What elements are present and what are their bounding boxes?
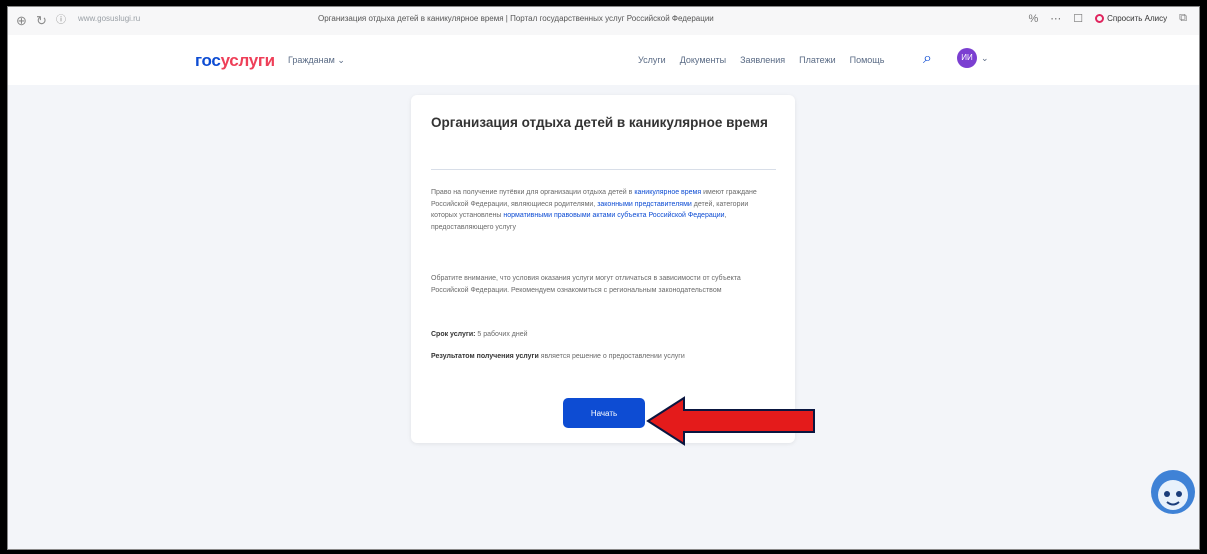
service-result: Результатом получения услуги является ре… — [431, 353, 685, 360]
nav-documents[interactable]: Документы — [680, 55, 726, 65]
alice-icon — [1095, 14, 1105, 23]
assistant-robot-icon[interactable] — [1148, 467, 1198, 522]
alice-button[interactable]: Спросить Алису — [1095, 14, 1167, 23]
start-button[interactable]: Начать — [563, 398, 645, 428]
avatar[interactable]: ИИ — [957, 48, 977, 68]
nav-payments[interactable]: Платежи — [799, 55, 836, 65]
service-card: Организация отдыха детей в каникулярное … — [411, 95, 795, 443]
notice-paragraph: Обратите внимание, что условия оказания … — [431, 275, 741, 294]
page-title-tab: Организация отдыха детей в каникулярное … — [318, 14, 714, 23]
extensions-icon[interactable]: ⧉ — [1179, 12, 1187, 25]
nav-services[interactable]: Услуги — [638, 55, 666, 65]
nav-applications[interactable]: Заявления — [740, 55, 785, 65]
audience-selector[interactable]: Гражданам ⌄ — [288, 55, 345, 66]
service-title: Организация отдыха детей в каникулярное … — [431, 115, 768, 130]
eligibility-paragraph: Право на получение путёвки для организац… — [431, 189, 757, 231]
browser-toolbar: ⊕ ↻ ⓘ www.gosuslugi.ru Организация отдых… — [8, 7, 1199, 36]
nav-help[interactable]: Помощь — [850, 55, 885, 65]
zoom-indicator[interactable]: % — [1028, 13, 1038, 25]
reload-icon[interactable]: ↻ — [36, 12, 47, 30]
alice-label: Спросить Алису — [1107, 14, 1168, 23]
browser-window: ⊕ ↻ ⓘ www.gosuslugi.ru Организация отдых… — [7, 6, 1200, 550]
search-icon[interactable]: ⌕ — [923, 50, 932, 68]
main-nav: Услуги Документы Заявления Платежи Помощ… — [638, 55, 884, 65]
gosuslugi-logo[interactable]: госуслуги — [195, 51, 275, 71]
site-info-icon[interactable]: ⓘ — [56, 12, 66, 30]
link-regulations[interactable]: нормативными правовыми актами субъекта Р… — [503, 212, 724, 219]
address-bar[interactable]: www.gosuslugi.ru — [78, 14, 140, 23]
link-vacation-time[interactable]: каникулярное время — [634, 189, 701, 196]
red-arrow-annotation — [646, 396, 815, 446]
service-term: Срок услуги: 5 рабочих дней — [431, 331, 528, 338]
back-icon[interactable]: ⊕ — [16, 12, 27, 30]
more-icon[interactable]: ⋯ — [1050, 12, 1061, 25]
chevron-down-icon[interactable]: ⌄ — [981, 53, 989, 64]
divider — [431, 169, 776, 170]
link-legal-representatives[interactable]: законными представителями — [597, 201, 692, 208]
site-header: госуслуги Гражданам ⌄ Услуги Документы З… — [8, 35, 1199, 85]
bookmark-icon[interactable]: ☐ — [1073, 12, 1083, 25]
